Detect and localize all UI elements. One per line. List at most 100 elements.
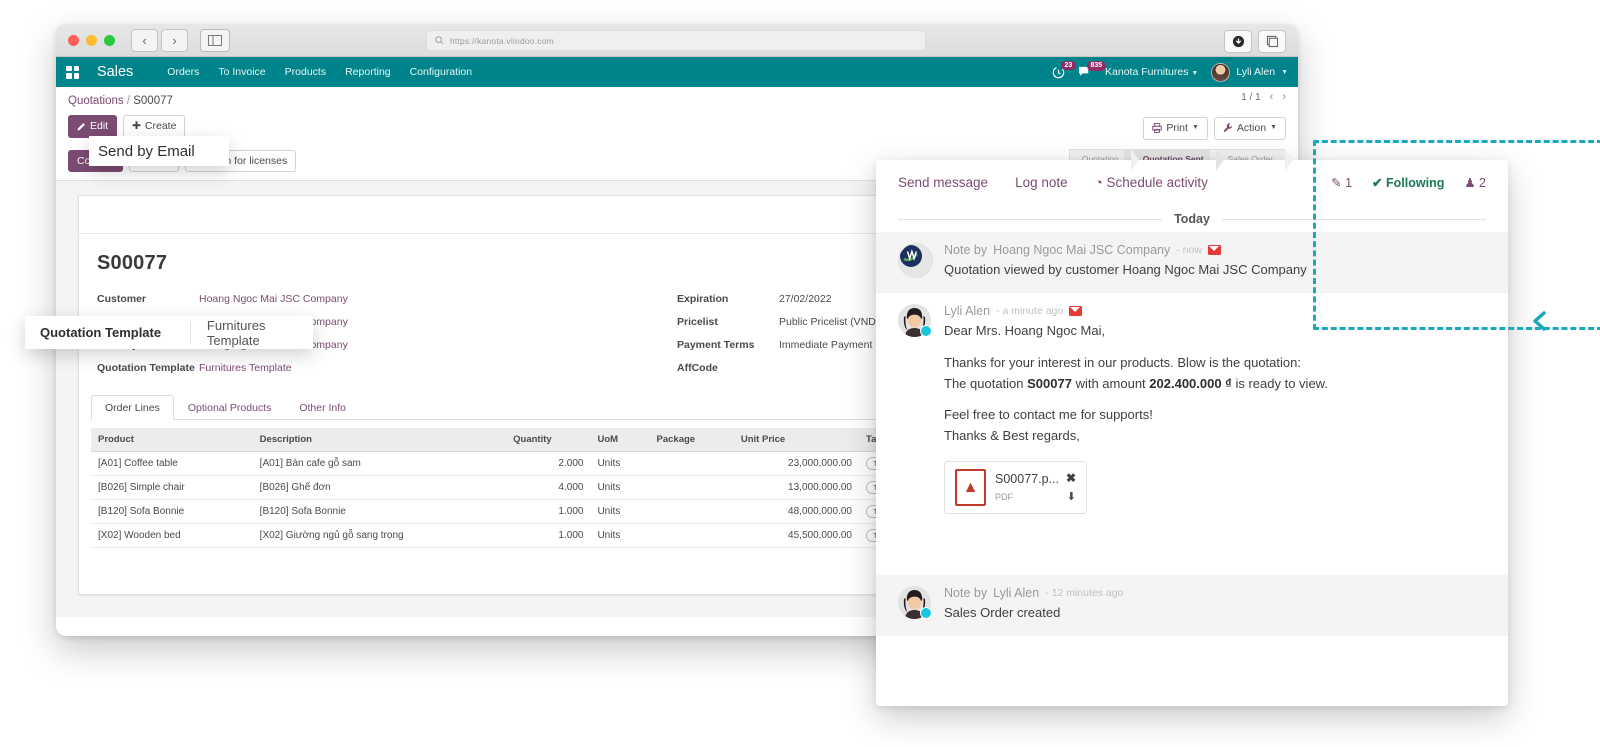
pager-next-icon[interactable]: › (1282, 91, 1286, 103)
message-header: Note by Lyli Alen - 12 minutes ago (944, 586, 1486, 600)
field-value[interactable]: Furnitures Template (199, 362, 292, 374)
day-separator-label: Today (1174, 212, 1210, 226)
tab-overview-icon[interactable] (1258, 30, 1286, 53)
email-order-ref: S00077 (1027, 375, 1072, 391)
field-label: Customer (97, 293, 147, 306)
message-prefix: Note by (944, 243, 988, 257)
attachment-type: PDF (995, 492, 1013, 503)
menu-products[interactable]: Products (285, 66, 326, 78)
field-value[interactable]: Public Pricelist (VND) (779, 316, 879, 328)
print-button-label: Print (1166, 122, 1188, 134)
resize-arrow-cursor-icon (1530, 308, 1556, 334)
action-button[interactable]: Action ▼ (1213, 117, 1286, 140)
clock-icon: ◔ (1094, 175, 1103, 190)
chevron-down-icon: ▼ (1191, 124, 1199, 132)
message-header: Lyli Alen - a minute ago (944, 304, 1486, 318)
printer-icon (1152, 123, 1163, 134)
send-message-button[interactable]: Send message (898, 175, 988, 190)
address-bar[interactable]: https://kanota.viindoo.com (426, 30, 926, 51)
edit-button[interactable]: Edit (68, 115, 118, 138)
action-button-label: Action (1236, 122, 1267, 134)
list-item: Lyli Alen - a minute ago Dear Mrs. Hoang… (876, 293, 1508, 527)
following-button[interactable]: ✔ Following (1372, 175, 1444, 190)
apps-grid-icon[interactable] (66, 65, 79, 79)
download-icon[interactable]: ⬇ (1067, 490, 1076, 506)
breadcrumb-separator: / (126, 95, 131, 107)
menu-configuration[interactable]: Configuration (410, 66, 472, 78)
close-window-icon[interactable] (68, 34, 79, 46)
secondary-actions: Print ▼ Action ▼ (1143, 117, 1286, 140)
quotation-template-label: Quotation Template (40, 325, 162, 340)
breadcrumb-root[interactable]: Quotations (68, 95, 124, 107)
primary-actions-row: Edit ✚ Create Print ▼ Action ▼ (68, 115, 1286, 146)
cell-product: [B026] Simple chair (91, 475, 253, 501)
breadcrumb: Quotations / S00077 (68, 95, 1286, 107)
field-value[interactable]: 27/02/2022 (779, 293, 832, 305)
attachment-count-value: 1 (1345, 176, 1353, 190)
back-button[interactable]: ‹ (131, 28, 158, 52)
list-item: Note by Lyli Alen - 12 minutes ago Sales… (876, 575, 1508, 636)
cell-uom: Units (590, 475, 650, 501)
chatter-panel: Send message Log note ◔ Schedule activit… (876, 160, 1508, 706)
cell-unit-price: 23,000,000.00 (733, 451, 859, 477)
company-switcher[interactable]: Kanota Furnitures ▼ (1105, 66, 1198, 78)
paperclip-icon: ✎ (1331, 176, 1342, 190)
messages-button[interactable]: 835 (1078, 61, 1106, 78)
chevron-down-icon: ▼ (1191, 70, 1199, 77)
maximize-window-icon[interactable] (104, 34, 115, 46)
email-line-4: Thanks & Best regards, (944, 428, 1080, 444)
print-button[interactable]: Print ▼ (1143, 117, 1208, 140)
field-label: Quotation Template (97, 362, 195, 375)
message-text: Dear Mrs. Hoang Ngoc Mai, Thanks for you… (944, 322, 1486, 515)
send-by-email-tooltip: Send by Email (89, 136, 229, 166)
attachment-count[interactable]: ✎ 1 (1331, 175, 1352, 190)
menu-orders[interactable]: Orders (167, 66, 199, 78)
field-value[interactable]: Immediate Payment (779, 339, 872, 351)
screenshot-stage: ‹ › https://kanota.viindoo.com Sales Ord… (0, 0, 1600, 747)
cell-package (649, 475, 734, 501)
edit-button-label: Edit (90, 120, 109, 132)
forward-button[interactable]: › (161, 28, 188, 52)
activities-button[interactable]: 23 (1052, 60, 1076, 79)
field-value[interactable]: Hoang Ngoc Mai JSC Company (199, 293, 348, 305)
message-time: - a minute ago (996, 304, 1064, 317)
message-text: Sales Order created (944, 605, 1061, 620)
col-product: Product (91, 428, 253, 453)
downloads-icon[interactable] (1224, 30, 1252, 53)
attachment-card[interactable]: ▲ S00077.p... ✖ PDF ⬇ (944, 461, 1088, 515)
browser-chrome: ‹ › https://kanota.viindoo.com (56, 24, 1298, 57)
field-label: Payment Terms (677, 339, 755, 352)
field-label: Pricelist (677, 316, 718, 329)
tab-other-info[interactable]: Other Info (285, 395, 360, 420)
minimize-window-icon[interactable] (86, 34, 97, 46)
activities-badge: 23 (1061, 60, 1076, 71)
cell-uom: Units (590, 451, 650, 477)
col-quantity: Quantity (506, 428, 591, 453)
log-note-button[interactable]: Log note (1015, 175, 1068, 190)
window-traffic-lights (68, 34, 115, 46)
separator-line-right (1221, 218, 1487, 220)
user-menu[interactable]: Lyli Alen ▼ (1211, 62, 1288, 82)
message-text: Quotation viewed by customer Hoang Ngoc … (944, 262, 1307, 277)
menu-to-invoice[interactable]: To Invoice (218, 66, 265, 78)
schedule-activity-button[interactable]: ◔ Schedule activity (1095, 175, 1208, 190)
day-separator: Today (876, 204, 1508, 232)
check-icon: ✔ (1372, 176, 1383, 190)
pager-count: 1 / 1 (1241, 91, 1261, 103)
pager-previous-icon[interactable]: ‹ (1270, 91, 1274, 103)
create-button[interactable]: ✚ Create (123, 115, 186, 138)
email-line-2: The quotation S00077 with amount 202.400… (944, 375, 1486, 394)
create-button-label: Create (144, 120, 177, 132)
message-body: Note by Hoang Ngoc Mai JSC Company - now… (944, 243, 1486, 280)
follower-count[interactable]: ♟ 2 (1464, 175, 1486, 190)
avatar (898, 303, 932, 337)
message-time: - now (1176, 244, 1202, 256)
cell-package (649, 451, 734, 477)
tab-order-lines[interactable]: Order Lines (91, 395, 174, 421)
close-icon[interactable]: ✖ (1066, 470, 1076, 487)
sidebar-toggle-icon[interactable] (200, 28, 230, 52)
tab-optional-products[interactable]: Optional Products (174, 395, 285, 420)
menu-reporting[interactable]: Reporting (345, 66, 391, 78)
browser-nav-buttons: ‹ › (131, 28, 188, 52)
breadcrumb-current: S00077 (133, 95, 173, 107)
